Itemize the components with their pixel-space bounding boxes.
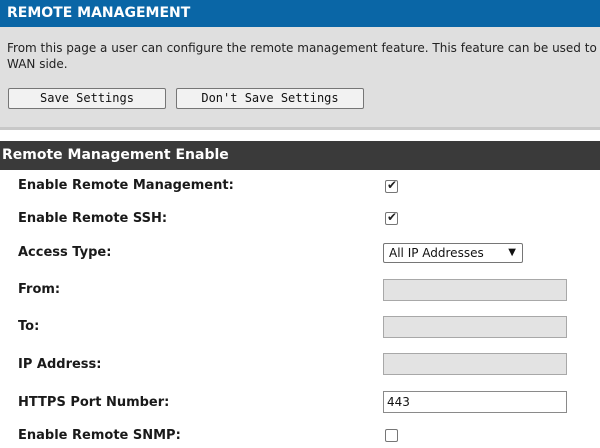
intro-line-1: From this page a user can configure the … [7, 41, 597, 55]
to-field[interactable] [383, 316, 567, 338]
enable-remote-ssh-checkbox[interactable]: ✔ [385, 210, 398, 225]
enable-remote-ssh-label: Enable Remote SSH: [18, 211, 168, 226]
from-label: From: [18, 282, 61, 297]
remote-management-page: REMOTE MANAGEMENT From this page a user … [0, 0, 600, 448]
intro-panel: From this page a user can configure the … [0, 27, 600, 130]
check-icon: ✔ [386, 210, 398, 224]
ip-address-label: IP Address: [18, 357, 102, 372]
chevron-down-icon: ▼ [508, 247, 516, 258]
ip-address-field[interactable] [383, 353, 567, 375]
section-header-remote-management-enable: Remote Management Enable [0, 141, 600, 170]
to-label: To: [18, 319, 40, 334]
enable-remote-snmp-checkbox[interactable] [385, 429, 398, 442]
access-type-selected-value: All IP Addresses [389, 246, 484, 260]
from-field[interactable] [383, 279, 567, 301]
dont-save-settings-button[interactable]: Don't Save Settings [176, 88, 364, 109]
check-icon: ✔ [386, 178, 398, 192]
access-type-select[interactable]: All IP Addresses ▼ [383, 243, 523, 263]
page-title: REMOTE MANAGEMENT [0, 0, 600, 27]
access-type-label: Access Type: [18, 245, 112, 260]
enable-remote-management-checkbox[interactable]: ✔ [385, 178, 398, 193]
https-port-number-field[interactable]: 443 [383, 391, 567, 413]
intro-description: From this page a user can configure the … [7, 40, 600, 72]
save-settings-button[interactable]: Save Settings [8, 88, 166, 109]
https-port-number-label: HTTPS Port Number: [18, 395, 170, 410]
intro-line-2: WAN side. [7, 57, 68, 71]
enable-remote-snmp-label: Enable Remote SNMP: [18, 428, 181, 443]
enable-remote-management-label: Enable Remote Management: [18, 178, 234, 193]
